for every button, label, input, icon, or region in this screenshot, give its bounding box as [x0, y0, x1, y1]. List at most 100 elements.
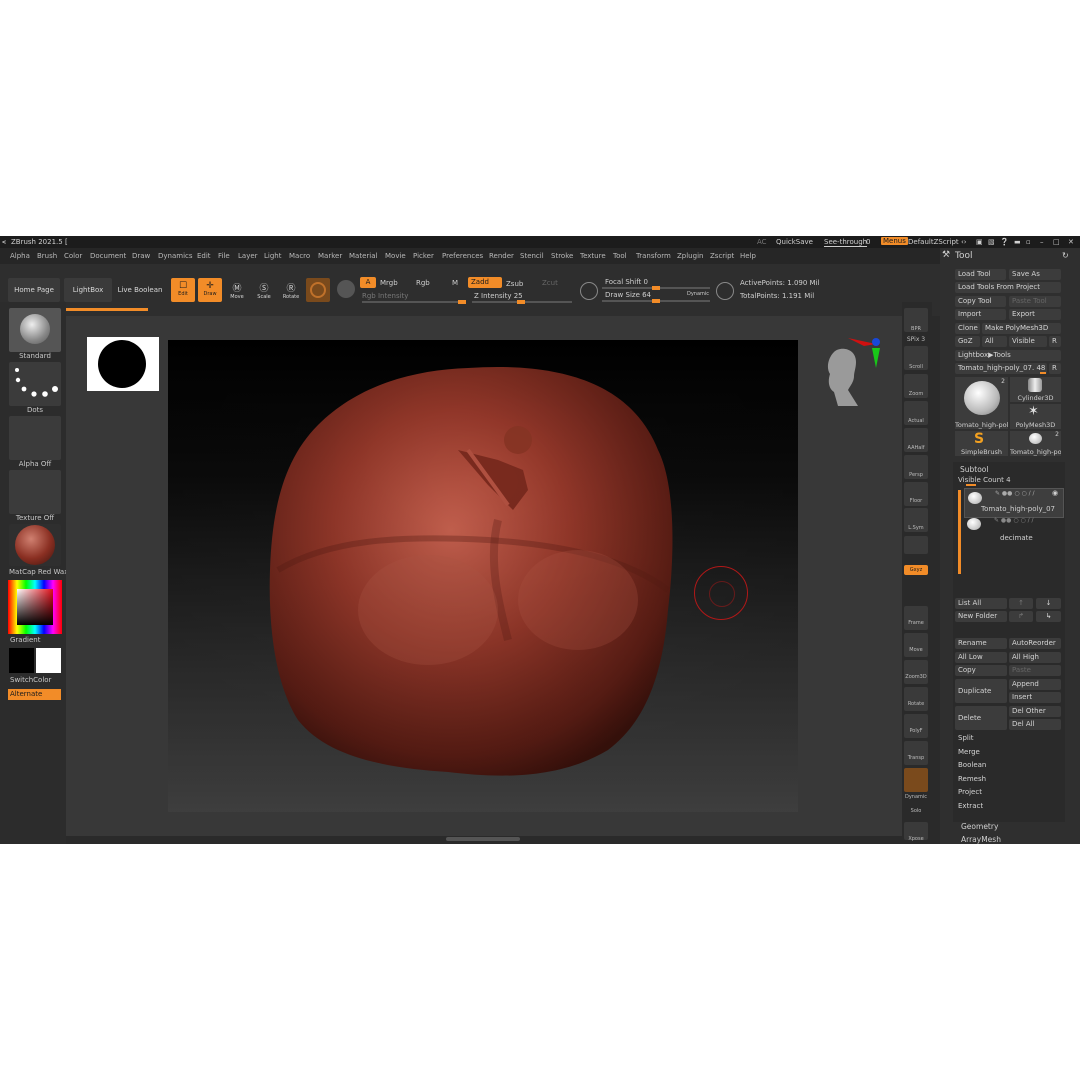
- draw-size-slider[interactable]: [602, 299, 710, 303]
- palette-layout-icon[interactable]: ‹›: [961, 238, 967, 246]
- tool-thumb-simplebrush[interactable]: S SimpleBrush: [955, 431, 1008, 456]
- lightbox-button[interactable]: LightBox: [64, 278, 112, 302]
- lightbox-tools-button[interactable]: Lightbox▶Tools: [955, 350, 1061, 361]
- menu-zscript[interactable]: Zscript: [710, 252, 734, 260]
- rgb-intensity-handle[interactable]: [458, 300, 466, 304]
- menu-dynamics[interactable]: Dynamics: [158, 252, 193, 260]
- scale-button[interactable]: Ⓢ Scale: [252, 278, 276, 302]
- color-picker[interactable]: [8, 580, 62, 634]
- subtool-item-decimate[interactable]: ✎ ●● ○ ○ ∕ ∕ decimate: [964, 517, 1062, 546]
- tool-thumb-polymesh3d[interactable]: ✶ PolyMesh3D: [1010, 404, 1061, 429]
- copy-button[interactable]: Copy: [955, 665, 1007, 676]
- xyz-toggle[interactable]: Gxyz: [904, 565, 928, 575]
- gizmo-toggle-icon[interactable]: [337, 280, 355, 298]
- subtool-header[interactable]: Subtool: [960, 465, 988, 474]
- delete-button[interactable]: Delete: [955, 706, 1007, 730]
- menu-stroke[interactable]: Stroke: [551, 252, 573, 260]
- minimize-window-icon[interactable]: –: [1040, 238, 1044, 246]
- menu-macro[interactable]: Macro: [289, 252, 310, 260]
- remesh-section[interactable]: Remesh: [955, 774, 1061, 785]
- menu-document[interactable]: Document: [90, 252, 126, 260]
- restore-icon[interactable]: ▫: [1026, 238, 1031, 246]
- menu-layer[interactable]: Layer: [238, 252, 258, 260]
- goz-all-button[interactable]: All: [982, 336, 1007, 347]
- auto-reorder-button[interactable]: AutoReorder: [1009, 638, 1061, 649]
- subtool-scrollbar[interactable]: [958, 490, 961, 574]
- menu-transform[interactable]: Transform: [636, 252, 671, 260]
- layout-icon[interactable]: ▣: [976, 238, 983, 246]
- new-folder-button[interactable]: New Folder: [955, 611, 1007, 622]
- copy-tool-button[interactable]: Copy Tool: [955, 296, 1006, 307]
- export-button[interactable]: Export: [1009, 309, 1061, 320]
- move-down-icon[interactable]: ↓: [1036, 598, 1061, 609]
- insert-button[interactable]: Insert: [1009, 692, 1061, 703]
- all-low-button[interactable]: All Low: [955, 652, 1007, 663]
- home-page-button[interactable]: Home Page: [8, 278, 60, 302]
- menu-edit[interactable]: Edit: [197, 252, 211, 260]
- lock-icon[interactable]: [904, 536, 928, 554]
- help-icon[interactable]: ❔: [1000, 238, 1009, 246]
- alpha-slot[interactable]: [9, 416, 61, 460]
- stroke-slot[interactable]: [9, 362, 61, 406]
- paste-button[interactable]: Paste: [1009, 665, 1061, 676]
- menu-marker[interactable]: Marker: [318, 252, 342, 260]
- arrow-down-right-icon[interactable]: ↳: [1036, 611, 1061, 622]
- close-icon[interactable]: ✕: [1068, 238, 1074, 246]
- zoom3d-button[interactable]: [904, 660, 928, 684]
- project-section[interactable]: Project: [955, 787, 1061, 798]
- color-saturation-square[interactable]: [17, 589, 53, 625]
- arraymesh-section[interactable]: ArrayMesh: [961, 835, 1001, 844]
- dynamic-persp-button[interactable]: [904, 768, 928, 792]
- geometry-section[interactable]: Geometry: [961, 822, 998, 831]
- secondary-color-swatch[interactable]: [36, 648, 61, 673]
- frame-button[interactable]: [904, 606, 928, 630]
- goz-button[interactable]: GoZ: [955, 336, 980, 347]
- dynamic-size-toggle[interactable]: Dynamic: [687, 291, 709, 297]
- transp-button[interactable]: [904, 741, 928, 765]
- rotate-view-button[interactable]: [904, 687, 928, 711]
- move-view-button[interactable]: [904, 633, 928, 657]
- menus-toggle[interactable]: Menus: [881, 237, 908, 245]
- menu-color[interactable]: Color: [64, 252, 82, 260]
- zcut-button[interactable]: Zcut: [542, 279, 558, 287]
- split-section[interactable]: Split: [955, 733, 1061, 744]
- goz-r-button[interactable]: R: [1049, 336, 1061, 347]
- polyf-button[interactable]: [904, 714, 928, 738]
- paste-tool-button[interactable]: Paste Tool: [1009, 296, 1061, 307]
- subtool-toggle-icons[interactable]: ✎ ●● ○ ○ ∕ ∕: [995, 490, 1035, 497]
- menu-movie[interactable]: Movie: [385, 252, 406, 260]
- bottom-tray-handle[interactable]: [446, 837, 520, 841]
- visible-count-handle[interactable]: [966, 484, 976, 486]
- focal-shift-slider[interactable]: [602, 286, 710, 290]
- quicksave-button[interactable]: QuickSave: [776, 238, 813, 246]
- 3d-viewport[interactable]: [168, 340, 798, 812]
- menu-preferences[interactable]: Preferences: [442, 252, 483, 260]
- menu-zplugin[interactable]: Zplugin: [677, 252, 703, 260]
- del-other-button[interactable]: Del Other: [1009, 706, 1061, 717]
- zadd-toggle[interactable]: Zadd: [468, 277, 502, 288]
- navigation-gizmo[interactable]: [820, 336, 880, 406]
- menu-material[interactable]: Material: [349, 252, 377, 260]
- see-through-slider[interactable]: See-through: [824, 238, 868, 247]
- import-button[interactable]: Import: [955, 309, 1006, 320]
- a-toggle[interactable]: A: [360, 277, 376, 288]
- focal-shift-handle[interactable]: [652, 286, 660, 290]
- draw-size-handle[interactable]: [652, 299, 660, 303]
- ui-icon[interactable]: ▧: [988, 238, 995, 246]
- menu-render[interactable]: Render: [489, 252, 514, 260]
- rgb-intensity-slider[interactable]: [362, 300, 466, 304]
- current-tool-handle[interactable]: [1040, 372, 1046, 374]
- z-intensity-slider[interactable]: [472, 300, 572, 304]
- extract-section[interactable]: Extract: [955, 801, 1061, 812]
- menu-brush[interactable]: Brush: [37, 252, 57, 260]
- eye-icon[interactable]: ◉: [1052, 489, 1058, 497]
- rgb-button[interactable]: Rgb: [416, 279, 430, 287]
- subtool-toggle-icons[interactable]: ✎ ●● ○ ○ ∕ ∕: [994, 517, 1034, 524]
- main-color-swatch[interactable]: [9, 648, 34, 673]
- tool-thumb-tomato-2[interactable]: 2 Tomato_high-pol: [1010, 431, 1061, 456]
- menu-stencil[interactable]: Stencil: [520, 252, 544, 260]
- load-tools-from-project-button[interactable]: Load Tools From Project: [955, 282, 1061, 293]
- solo-button[interactable]: Solo: [900, 808, 932, 814]
- subtool-item-tomato[interactable]: ✎ ●● ○ ○ ∕ ∕ ◉ Tomato_high-poly_07: [964, 488, 1064, 518]
- duplicate-button[interactable]: Duplicate: [955, 679, 1007, 703]
